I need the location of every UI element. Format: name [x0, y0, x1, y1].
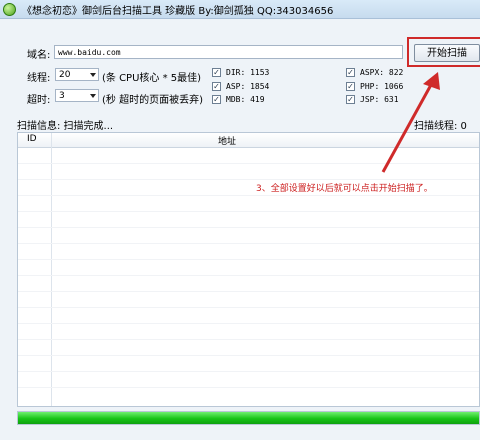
jsp-checkbox[interactable]: ✓	[346, 95, 355, 104]
row-line	[18, 387, 479, 388]
instruction-annotation: 3、全部设置好以后就可以点击开始扫描了。	[256, 184, 433, 194]
app-icon	[3, 3, 16, 16]
row-line	[18, 291, 479, 292]
row-line	[18, 195, 479, 196]
dir-checkbox-label: DIR: 1153	[226, 68, 270, 77]
dir-checkbox[interactable]: ✓	[212, 68, 221, 77]
row-line	[18, 163, 479, 164]
row-line	[18, 179, 479, 180]
threads-label: 线程:	[27, 73, 51, 84]
php-checkbox[interactable]: ✓	[346, 82, 355, 91]
results-table[interactable]: ID 地址	[17, 132, 480, 407]
column-header-id[interactable]: ID	[27, 134, 37, 144]
dropdown-arrow-icon	[90, 73, 96, 77]
table-header: ID 地址	[18, 133, 479, 148]
start-scan-button[interactable]: 开始扫描	[414, 44, 480, 62]
row-line	[18, 275, 479, 276]
row-line	[18, 355, 479, 356]
progress-bar	[17, 411, 480, 425]
php-checkbox-label: PHP: 1066	[360, 82, 404, 91]
timeout-value: 3	[59, 91, 65, 101]
mdb-checkbox[interactable]: ✓	[212, 95, 221, 104]
jsp-checkbox-label: JSP: 631	[360, 95, 399, 104]
timeout-label: 超时:	[27, 95, 51, 106]
domain-input[interactable]: www.baidu.com	[54, 45, 403, 59]
threads-hint: (条 CPU核心 * 5最佳)	[102, 73, 202, 84]
aspx-checkbox-label: ASPX: 822	[360, 68, 404, 77]
threads-value: 20	[59, 70, 71, 80]
timeout-select[interactable]: 3	[55, 89, 99, 102]
row-line	[18, 243, 479, 244]
timeout-hint: (秒 超时的页面被丢弃)	[102, 95, 203, 106]
asp-checkbox-label: ASP: 1854	[226, 82, 270, 91]
title-bar: 《想念初恋》御剑后台扫描工具 珍藏版 By:御剑孤独 QQ:343034656	[0, 0, 480, 19]
row-line	[18, 371, 479, 372]
progress-fill	[18, 412, 479, 424]
row-line	[18, 339, 479, 340]
scan-info-text: 扫描信息: 扫描完成...	[17, 121, 114, 132]
scan-threads-text: 扫描线程: 0	[414, 121, 467, 132]
row-line	[18, 211, 479, 212]
domain-label: 域名:	[27, 50, 51, 61]
window-title: 《想念初恋》御剑后台扫描工具 珍藏版 By:御剑孤独 QQ:343034656	[22, 6, 334, 17]
threads-select[interactable]: 20	[55, 68, 99, 81]
status-bar	[0, 428, 480, 440]
row-line	[18, 323, 479, 324]
column-header-address[interactable]: 地址	[218, 134, 236, 147]
row-line	[18, 307, 479, 308]
mdb-checkbox-label: MDB: 419	[226, 95, 265, 104]
row-line	[18, 227, 479, 228]
aspx-checkbox[interactable]: ✓	[346, 68, 355, 77]
row-line	[18, 259, 479, 260]
dropdown-arrow-icon	[90, 94, 96, 98]
column-divider	[51, 133, 52, 406]
asp-checkbox[interactable]: ✓	[212, 82, 221, 91]
